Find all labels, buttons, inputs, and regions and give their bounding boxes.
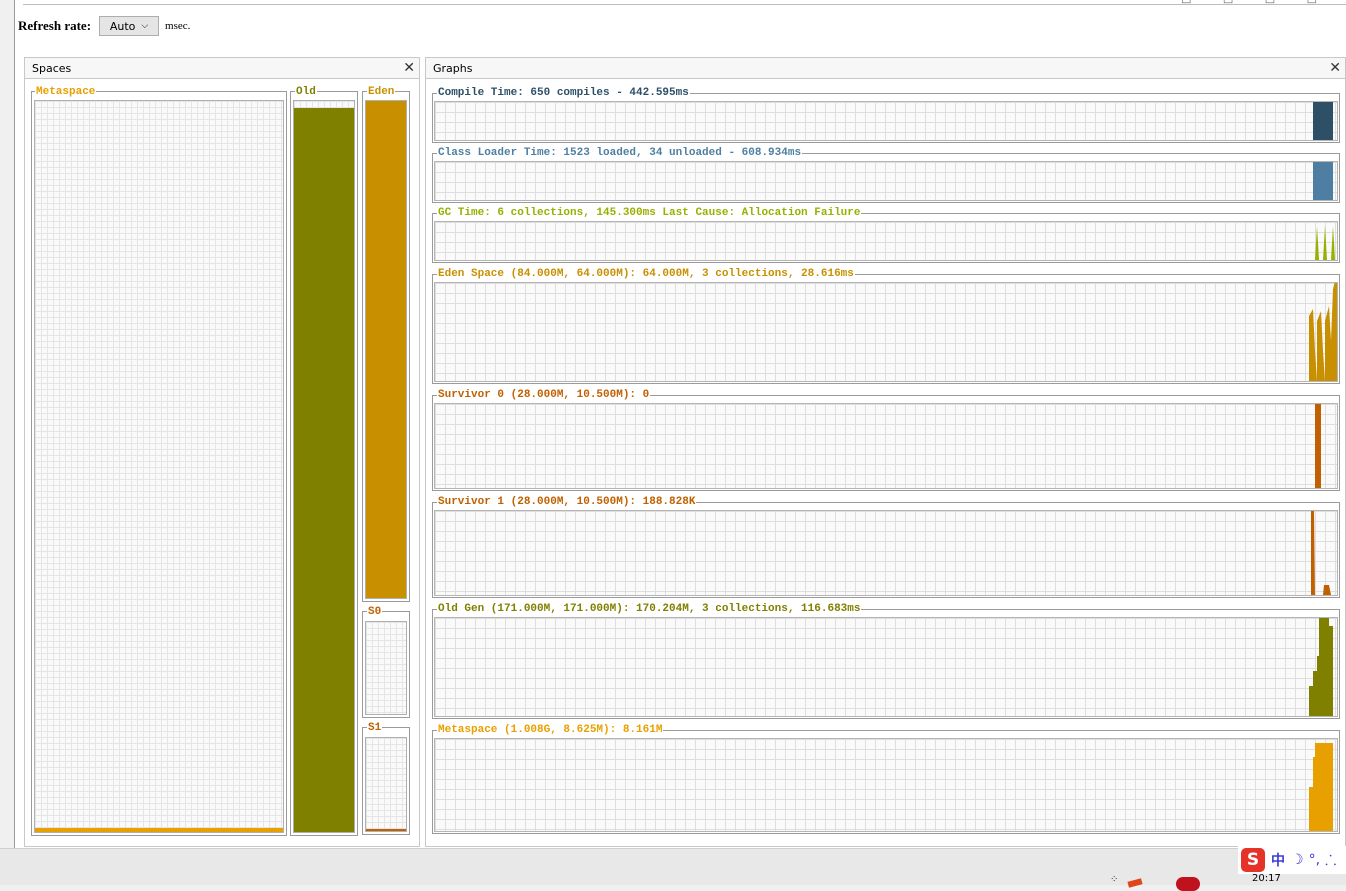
tray-app-icon[interactable] — [1176, 877, 1200, 891]
graphs-panel-title: Graphs — [433, 61, 473, 75]
moon-icon[interactable]: ☽ — [1291, 852, 1304, 868]
old-label: Old — [295, 86, 317, 98]
s1-box — [362, 727, 410, 835]
old-gen-plot — [434, 617, 1338, 717]
metaspace-grid — [34, 100, 284, 833]
eden-grid — [365, 100, 407, 599]
class-loader-series — [1313, 162, 1333, 200]
eden-box — [362, 91, 410, 602]
punctuation-toggle[interactable]: °, — [1309, 852, 1320, 868]
compile-time-plot — [434, 101, 1338, 141]
metaspace-fill — [35, 827, 283, 832]
toolbar-icons[interactable]: ▭ ▭ ▭ ▭ — [1181, 0, 1331, 7]
old-box — [290, 91, 358, 836]
chevron-down-icon: ⌵ — [141, 21, 149, 31]
survivor1-label: Survivor 1 (28.000M, 10.500M): 188.828K — [437, 496, 697, 508]
metaspace-plot — [434, 738, 1338, 832]
old-gen-label: Old Gen (171.000M, 171.000M): 170.204M, … — [437, 603, 862, 615]
survivor0-plot — [434, 403, 1338, 489]
close-icon[interactable]: ✕ — [403, 60, 415, 76]
survivor0-label: Survivor 0 (28.000M, 10.500M): 0 — [437, 389, 651, 401]
old-gen-series — [1309, 618, 1333, 716]
s1-grid — [365, 737, 407, 832]
refresh-rate-label: Refresh rate: — [18, 18, 92, 33]
survivor1-plot — [434, 510, 1338, 596]
class-loader-label: Class Loader Time: 1523 loaded, 34 unloa… — [437, 147, 803, 159]
survivor1-series — [1311, 511, 1331, 595]
s0-box — [362, 611, 410, 718]
s0-grid — [365, 621, 407, 715]
s1-fill — [366, 829, 406, 831]
ime-more-icon[interactable]: ⸫ — [1325, 851, 1336, 870]
eden-fill — [366, 101, 406, 598]
metaspace-graph-label: Metaspace (1.008G, 8.625M): 8.161M — [437, 724, 664, 736]
s0-label: S0 — [367, 606, 383, 618]
eden-space-plot — [434, 282, 1338, 382]
eden-label: Eden — [367, 86, 396, 98]
toolbar-strip: ▭ ▭ ▭ ▭ — [23, 0, 1346, 7]
ime-language-toggle[interactable]: 中 — [1271, 850, 1285, 870]
metaspace-label: Metaspace — [35, 86, 97, 98]
s1-label: S1 — [367, 722, 383, 734]
old-grid — [293, 100, 355, 833]
gc-time-series — [1315, 226, 1335, 260]
old-fill — [294, 108, 354, 832]
tray-overflow-icon[interactable]: ⁘ — [1110, 874, 1118, 885]
metaspace-box — [31, 91, 287, 836]
eden-space-label: Eden Space (84.000M, 64.000M): 64.000M, … — [437, 268, 855, 280]
sogou-ime-icon[interactable]: S — [1241, 848, 1265, 872]
taskbar — [0, 848, 1346, 885]
spaces-panel-header: Spaces ✕ — [24, 57, 420, 79]
refresh-rate-select[interactable]: Auto ⌵ — [99, 16, 160, 36]
class-loader-plot — [434, 161, 1338, 201]
refresh-rate-unit: msec. — [165, 20, 191, 32]
ime-toolbar[interactable]: S 中 ☽ °, ⸫ — [1238, 846, 1346, 874]
refresh-rate-row: Refresh rate: Auto ⌵ msec. — [18, 15, 190, 37]
compile-time-label: Compile Time: 650 compiles - 442.595ms — [437, 87, 690, 99]
eden-space-series — [1309, 283, 1337, 381]
gc-time-plot — [434, 221, 1338, 261]
close-icon[interactable]: ✕ — [1329, 60, 1341, 76]
gc-time-label: GC Time: 6 collections, 145.300ms Last C… — [437, 207, 862, 219]
metaspace-series — [1309, 743, 1333, 831]
taskbar-clock[interactable]: 20:17 — [1252, 873, 1281, 884]
spaces-panel-title: Spaces — [32, 61, 72, 75]
refresh-rate-value: Auto — [109, 19, 136, 33]
compile-time-series — [1313, 102, 1333, 140]
graphs-panel-header: Graphs ✕ — [425, 57, 1346, 79]
survivor0-series — [1315, 404, 1321, 488]
